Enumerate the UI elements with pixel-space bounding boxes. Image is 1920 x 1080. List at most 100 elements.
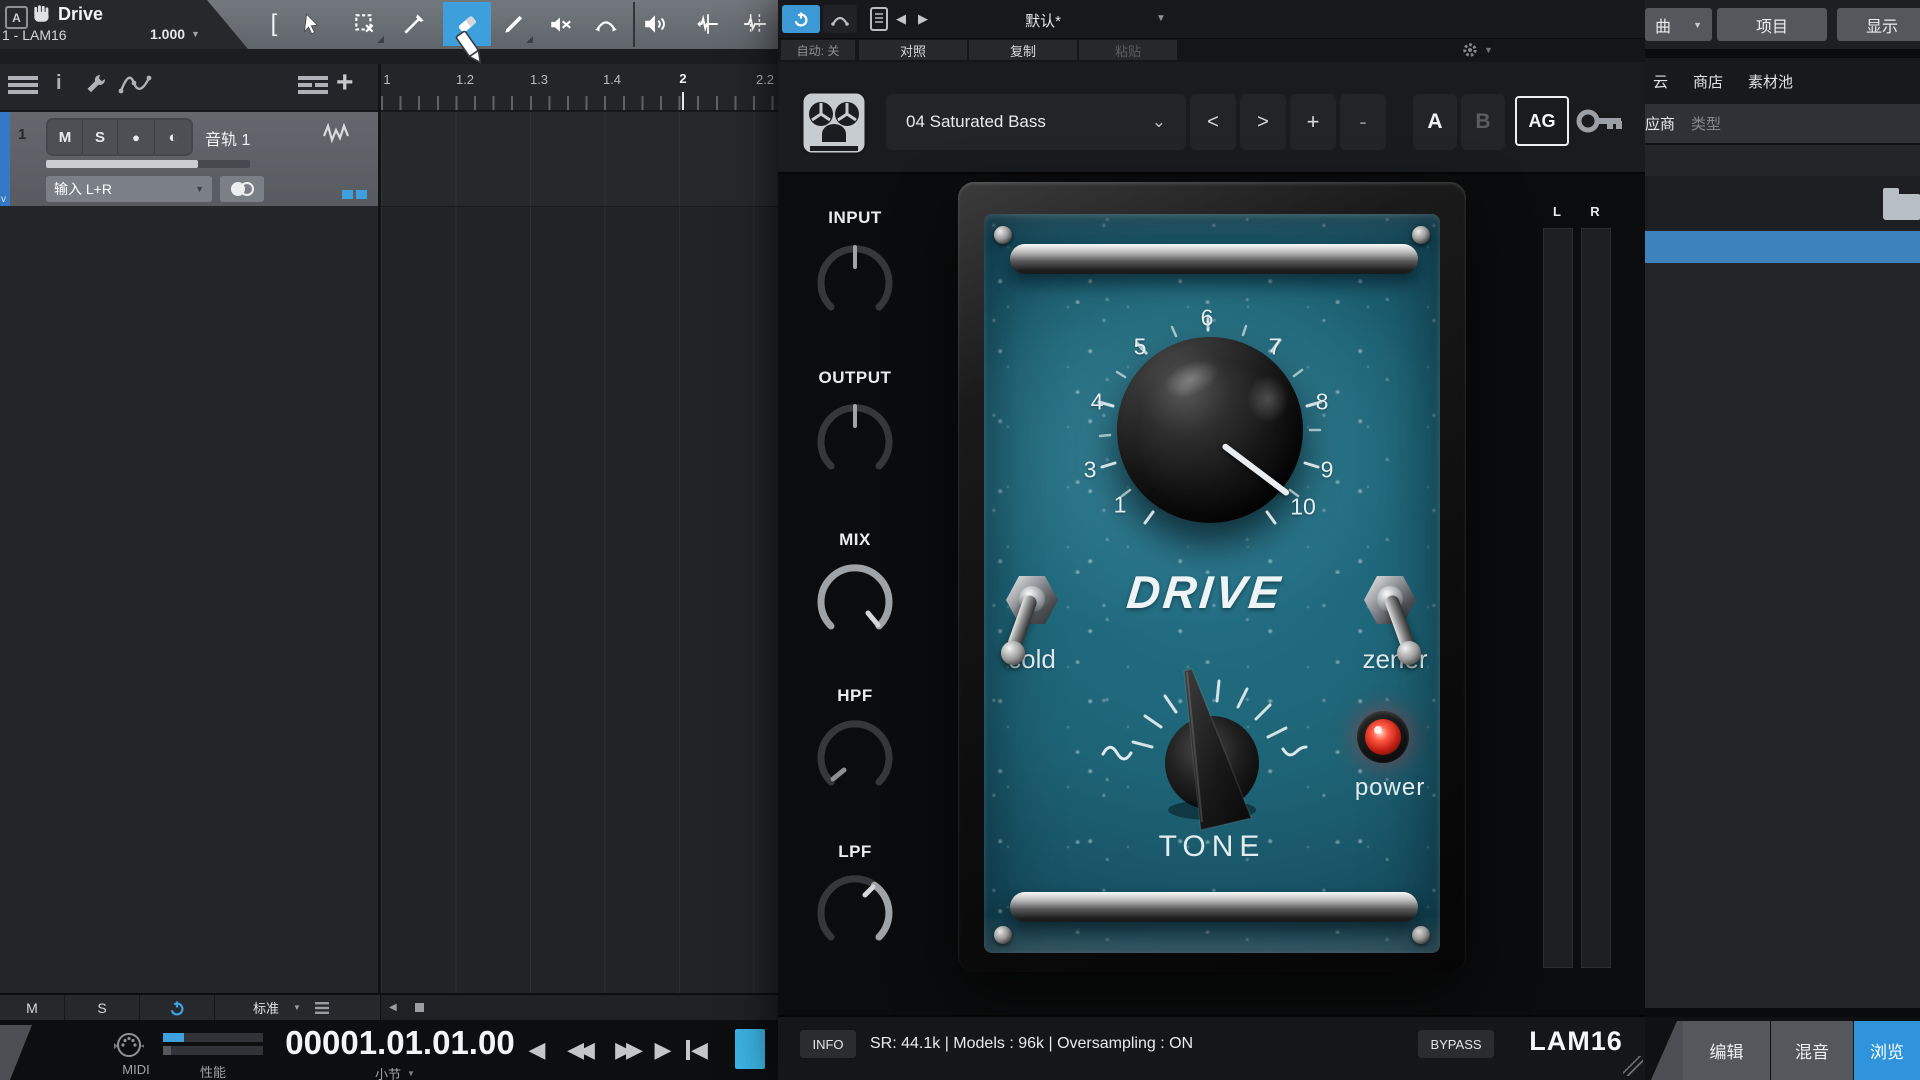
return-to-start-button[interactable]: ◀ bbox=[680, 1036, 714, 1064]
tab-project[interactable]: 项目 bbox=[1717, 8, 1827, 41]
global-solo-button[interactable]: S bbox=[65, 995, 140, 1020]
column-type[interactable]: 类型 bbox=[1691, 113, 1721, 134]
record-arm-button[interactable]: ● bbox=[118, 120, 155, 154]
preset-file-icon[interactable] bbox=[870, 7, 888, 31]
record-icon: ● bbox=[132, 130, 140, 145]
mute-tool[interactable] bbox=[539, 2, 583, 46]
top-handle-bar bbox=[1010, 244, 1418, 274]
tab-edit[interactable]: 编辑 bbox=[1683, 1021, 1770, 1080]
gear-icon[interactable] bbox=[1462, 42, 1478, 58]
column-vendor[interactable]: 应商 bbox=[1645, 113, 1675, 134]
stop-button[interactable] bbox=[735, 1029, 765, 1069]
compare-button[interactable]: 对照 bbox=[859, 40, 967, 60]
listen-tool[interactable] bbox=[633, 2, 677, 46]
copy-button[interactable]: 复制 bbox=[969, 40, 1077, 60]
step-back-button[interactable]: ◀ bbox=[524, 1036, 550, 1064]
input-knob[interactable] bbox=[810, 238, 900, 328]
split-tool[interactable] bbox=[392, 2, 436, 46]
comp-tool[interactable] bbox=[733, 2, 777, 46]
preset-slot-name[interactable]: 默认* bbox=[943, 10, 1143, 31]
subtab-shop[interactable]: 商店 bbox=[1693, 71, 1723, 92]
browser-row[interactable] bbox=[1645, 176, 1920, 230]
track-menu-icon[interactable] bbox=[8, 75, 38, 95]
tab-show[interactable]: 显示 bbox=[1837, 8, 1920, 41]
track-layout-icon[interactable] bbox=[298, 76, 328, 94]
marker-prev-icon[interactable]: ◀ bbox=[389, 1002, 397, 1013]
hpf-knob[interactable] bbox=[810, 713, 900, 803]
preset-next-icon[interactable]: ▶ bbox=[918, 11, 928, 27]
subtab-cloud[interactable]: 云 bbox=[1653, 71, 1668, 92]
power-label: power bbox=[1343, 774, 1437, 802]
add-track-button[interactable]: + bbox=[336, 66, 354, 100]
fast-forward-button[interactable]: ▶▶ bbox=[604, 1036, 648, 1064]
output-knob[interactable] bbox=[810, 397, 900, 487]
tab-mix[interactable]: 混音 bbox=[1771, 1021, 1853, 1080]
play-button[interactable]: ▶ bbox=[650, 1036, 676, 1064]
screw-icon bbox=[994, 226, 1012, 244]
tab-song[interactable]: 曲 ▼ bbox=[1645, 8, 1712, 41]
bend-tool[interactable] bbox=[584, 2, 628, 46]
tab-browse[interactable]: 浏览 bbox=[1854, 1021, 1920, 1080]
tool-settings-icon[interactable] bbox=[84, 72, 108, 96]
rewind-button[interactable]: ◀◀ bbox=[556, 1036, 600, 1064]
track-handle[interactable] bbox=[342, 190, 353, 199]
mute-button[interactable]: M bbox=[48, 120, 83, 154]
track-name[interactable]: 音轨 1 bbox=[205, 126, 250, 150]
timestretch-tool[interactable] bbox=[686, 2, 730, 46]
left-switch-ball bbox=[1001, 641, 1025, 665]
license-key-icon[interactable] bbox=[1576, 104, 1624, 138]
automation-power-button[interactable] bbox=[140, 995, 215, 1020]
stereo-mode-toggle[interactable] bbox=[220, 176, 264, 202]
mix-knob[interactable] bbox=[810, 557, 900, 647]
plugin-bend-button[interactable] bbox=[823, 5, 857, 33]
track-chevron-icon[interactable]: v bbox=[1, 194, 6, 205]
volume-slider[interactable] bbox=[46, 160, 250, 168]
subtab-pool[interactable]: 素材池 bbox=[1748, 71, 1793, 92]
preset-remove-button[interactable]: - bbox=[1340, 94, 1386, 150]
time-unit-select[interactable]: 小节 ▼ bbox=[375, 1064, 415, 1080]
solo-button[interactable]: S bbox=[83, 120, 118, 154]
time-display[interactable]: 00001.01.01.00 bbox=[280, 1024, 520, 1062]
preset-prev-button[interactable]: < bbox=[1190, 94, 1236, 150]
browser-selected-row[interactable] bbox=[1645, 231, 1920, 263]
plugin-active-button[interactable] bbox=[782, 5, 820, 33]
automation-state-button[interactable]: 自动: 关 bbox=[781, 40, 855, 60]
paint-tool[interactable] bbox=[492, 2, 536, 46]
bypass-button[interactable]: BYPASS bbox=[1418, 1030, 1494, 1058]
list-icon[interactable] bbox=[315, 1002, 329, 1014]
ab-compare-a-button[interactable]: A bbox=[1413, 94, 1457, 150]
lpf-knob[interactable] bbox=[810, 868, 900, 958]
preset-next-button[interactable]: > bbox=[1240, 94, 1286, 150]
chevron-down-icon: ⌄ bbox=[1152, 112, 1166, 132]
resize-handle[interactable] bbox=[1623, 1056, 1643, 1076]
monitor-button[interactable]: ◐ bbox=[155, 120, 191, 154]
transport-corner bbox=[0, 1025, 34, 1080]
info-button[interactable]: INFO bbox=[800, 1030, 856, 1058]
range-tool[interactable] bbox=[343, 2, 387, 46]
autogain-button[interactable]: AG bbox=[1515, 96, 1569, 146]
track-color-strip[interactable] bbox=[0, 112, 10, 206]
track-row[interactable]: v 1 M S ● ◐ 音轨 1 输入 L+R ▼ bbox=[0, 112, 378, 206]
arrangement-area[interactable] bbox=[381, 112, 778, 993]
automation-mode-select[interactable]: 标准 ▼ bbox=[215, 998, 329, 1017]
preset-add-button[interactable]: + bbox=[1290, 94, 1336, 150]
preset-dropdown-icon[interactable]: ▼ bbox=[1156, 13, 1166, 24]
waveform-icon[interactable] bbox=[322, 122, 350, 146]
global-mute-button[interactable]: M bbox=[0, 995, 65, 1020]
automation-curve-icon[interactable] bbox=[118, 72, 152, 96]
marker-stop-icon[interactable] bbox=[415, 1003, 424, 1012]
ab-compare-b-button[interactable]: B bbox=[1461, 94, 1505, 150]
preset-prev-icon[interactable]: ◀ bbox=[896, 11, 906, 27]
gear-dropdown-icon[interactable]: ▼ bbox=[1484, 45, 1493, 55]
tone-knob[interactable] bbox=[1158, 709, 1266, 817]
track-lane[interactable] bbox=[381, 112, 778, 207]
paste-button[interactable]: 粘贴 bbox=[1079, 40, 1177, 60]
zoom-control[interactable]: 1.000 ▼ bbox=[150, 26, 200, 42]
inspector-icon[interactable]: i bbox=[56, 72, 62, 95]
tracklist-divider[interactable] bbox=[378, 64, 381, 1020]
arrow-tool[interactable] bbox=[290, 2, 334, 46]
track-handle[interactable] bbox=[356, 190, 367, 199]
preset-selector[interactable]: 04 Saturated Bass ⌄ bbox=[886, 94, 1186, 150]
timeline-ruler[interactable]: 1 1.2 1.3 1.4 2 2.2 bbox=[381, 64, 778, 110]
input-select[interactable]: 输入 L+R ▼ bbox=[46, 176, 212, 202]
